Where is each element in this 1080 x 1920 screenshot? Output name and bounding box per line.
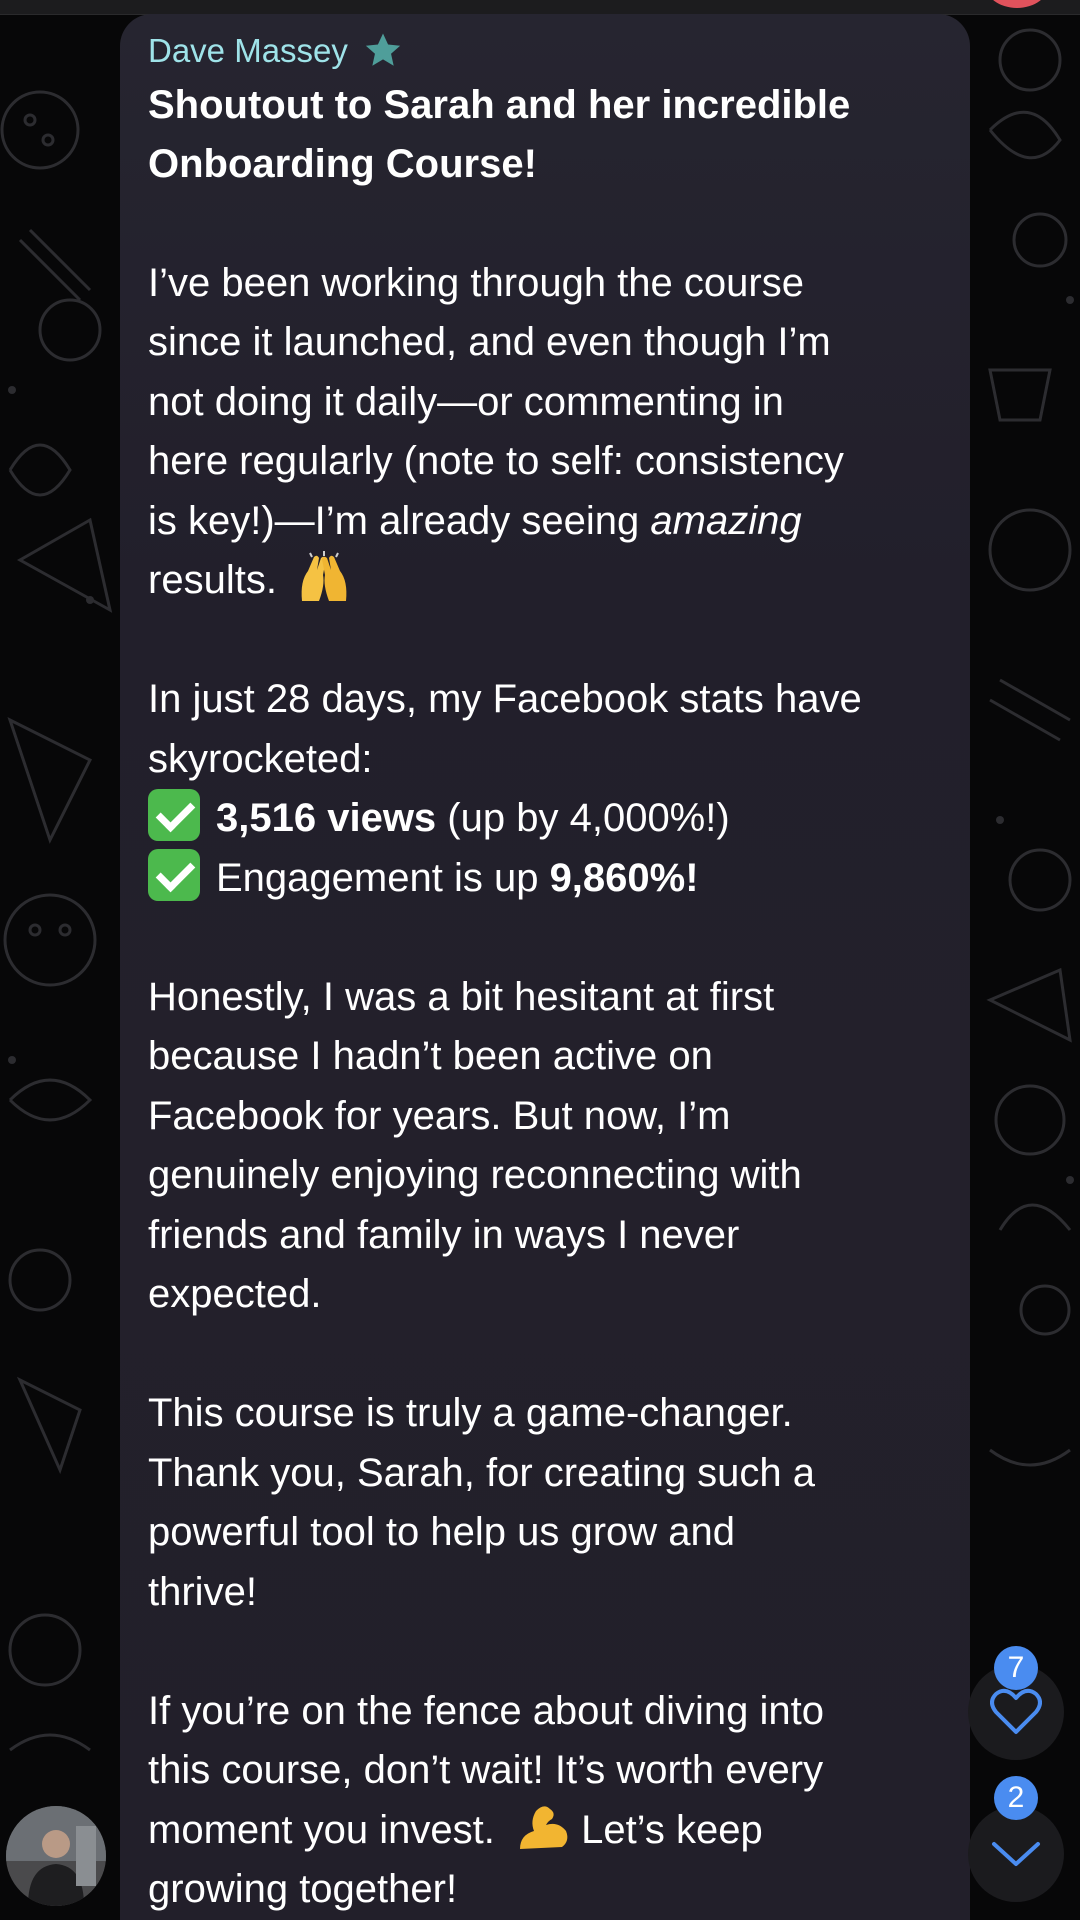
raising-hands-icon [301,551,347,601]
sender-row: Dave Massey [148,26,942,76]
message-title: Shoutout to Sarah and her incredible Onb… [148,76,942,194]
italic-text: amazing [650,498,802,543]
text-line: Facebook for years. But now, I’m [148,1093,731,1138]
check-mark-icon [148,848,200,901]
stat-views: 3,516 views [216,796,437,840]
text-line: skyrocketed: [148,736,373,781]
text-line: powerful tool to help us grow and [148,1510,736,1554]
text-line: This course is truly a game-changer. [148,1391,793,1435]
paragraph-4: This course is truly a game-changer. Tha… [148,1384,942,1622]
text-line: Thank you, Sarah, for creating such a [148,1450,816,1495]
reactions-count-badge: 7 [994,1646,1038,1690]
text-line: genuinely enjoying reconnecting with [148,1153,802,1197]
text-line: growing together! [148,1867,458,1911]
title-line-1: Shoutout to Sarah and her incredible [148,83,851,127]
status-bar [0,0,1080,15]
text-line: not doing it daily—or commenting in [148,379,784,424]
flexed-biceps-icon [519,1805,568,1849]
paragraph-2: In just 28 days, my Facebook stats have … [148,670,942,908]
paragraph-5: If you’re on the fence about diving into… [148,1682,942,1920]
text-line: friends and family in ways I never [148,1212,740,1257]
text-line: (up by 4,000%!) [436,796,730,840]
paragraph-1: I’ve been working through the course sin… [148,254,942,611]
text-line: because I hadn’t been active on [148,1034,713,1078]
star-icon [365,33,401,66]
unread-count-badge: 2 [994,1776,1038,1820]
chevron-down-icon [992,1842,1040,1866]
text-line: I’ve been working through the course [148,260,804,305]
text-line: Let’s keep [581,1807,763,1852]
text-line: expected. [148,1272,322,1316]
title-line-2: Onboarding Course! [148,142,537,186]
text-line: is key!)—I’m already seeing [148,498,651,543]
text-line: Engagement is up [216,855,550,900]
message-bubble[interactable]: Dave Massey Shoutout to Sarah and her in… [120,14,970,1920]
heart-icon [990,1688,1042,1734]
scroll-down-button[interactable] [968,1806,1064,1902]
check-mark-icon [148,789,200,841]
text-line: Honestly, I was a bit hesitant at first [148,974,775,1019]
text-line: thrive! [148,1569,257,1614]
text-line: If you’re on the fence about diving into [148,1688,825,1733]
notification-dot [985,0,1049,8]
text-line: In just 28 days, my Facebook stats have [148,677,862,721]
text-line: since it launched, and even though I’m [148,320,831,364]
text-line: results. [148,558,277,602]
avatar-photo [6,1806,106,1906]
text-line: this course, don’t wait! It’s worth ever… [148,1748,824,1792]
paragraph-3: Honestly, I was a bit hesitant at first … [148,968,942,1325]
text-line: moment you invest. [148,1807,495,1852]
stat-engagement: 9,860%! [549,855,699,900]
text-line: here regularly (note to self: consistenc… [148,439,844,483]
sender-name[interactable]: Dave Massey [148,26,348,76]
avatar[interactable] [6,1806,106,1906]
